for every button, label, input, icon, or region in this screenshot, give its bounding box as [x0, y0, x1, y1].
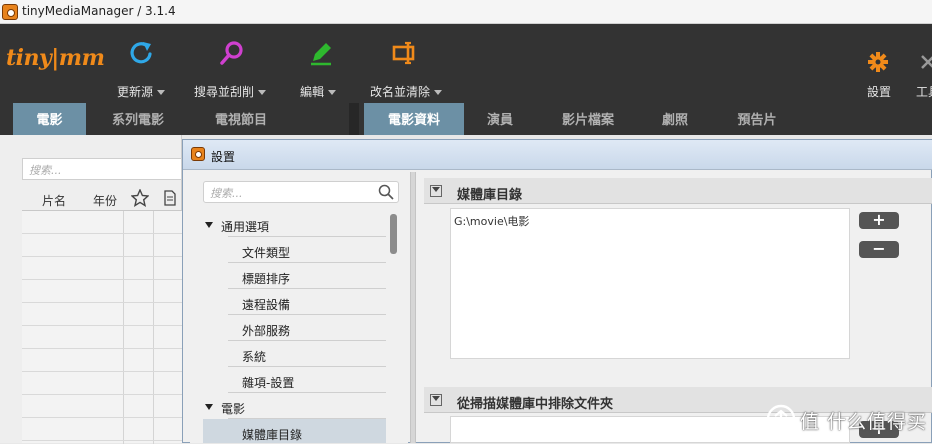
tree-separator [228, 340, 386, 341]
tree-scrollbar[interactable] [390, 214, 397, 443]
watermark: 值 什么值得买 [762, 403, 932, 437]
tree-separator [228, 366, 386, 367]
tree-item-remote-devices[interactable]: 遠程設備 [242, 296, 290, 313]
tree-separator [228, 288, 386, 289]
tree-item-general[interactable]: 通用選項 [221, 218, 269, 235]
col-title-header[interactable]: 片名 [42, 192, 66, 209]
app-logo: tiny|mm [6, 45, 105, 71]
tree-item-misc[interactable]: 雜項-設置 [242, 374, 294, 391]
watermark-logo-icon [766, 404, 796, 434]
main-tab-bar: 電影 系列電影 電視節目 [0, 103, 349, 135]
nfo-file-icon[interactable] [164, 190, 176, 206]
table-row[interactable] [22, 234, 182, 257]
update-sources-button[interactable]: 更新源 [110, 24, 174, 103]
movie-table[interactable] [22, 210, 182, 444]
settings-label: 設置 [867, 85, 892, 99]
tab-tv-shows[interactable]: 電視節目 [196, 103, 286, 135]
update-sources-label: 更新源 [117, 85, 154, 99]
section-title-exclude-folders: 從掃描媒體庫中排除文件夾 [457, 397, 614, 412]
tree-separator [228, 314, 386, 315]
tree-item-title-sort[interactable]: 標題排序 [242, 270, 290, 287]
chevron-down-icon [434, 90, 443, 95]
table-row[interactable] [22, 395, 182, 418]
tree-item-file-types[interactable]: 文件類型 [242, 244, 290, 261]
search-scrape-button[interactable]: 搜尋並刮削 [188, 24, 276, 103]
tree-item-system[interactable]: 系統 [242, 348, 266, 365]
star-icon[interactable] [131, 189, 149, 207]
section-title-library-dirs: 媒體庫目錄 [457, 188, 523, 203]
tab-movie-sets[interactable]: 系列電影 [96, 103, 180, 135]
gear-icon [868, 52, 888, 72]
collapse-toggle-icon[interactable] [430, 394, 442, 406]
tree-item-movies[interactable]: 電影 [221, 400, 245, 417]
tools-icon [921, 55, 932, 69]
chevron-down-icon [258, 90, 267, 95]
remove-dir-button[interactable]: − [859, 241, 899, 258]
split-pane-divider[interactable] [410, 172, 416, 443]
tree-separator [228, 262, 386, 263]
table-row[interactable] [22, 372, 182, 395]
window-titlebar: tinyMediaManager / 3.1.4 [0, 0, 932, 24]
watermark-text: 值 什么值得买 [800, 411, 928, 433]
tree-separator [228, 392, 386, 393]
tree-separator [228, 236, 386, 237]
tab-movie-details[interactable]: 電影資料 [364, 103, 464, 135]
table-row[interactable] [22, 280, 182, 303]
expand-caret-icon[interactable] [205, 404, 213, 410]
tree-item-media-library-dirs[interactable]: 媒體庫目錄 [242, 426, 302, 443]
list-item[interactable]: G:\movie\电影 [454, 213, 846, 229]
pencil-icon [311, 43, 331, 66]
dialog-title: 設置 [211, 150, 236, 164]
movie-search-input[interactable]: 搜索... [22, 158, 182, 180]
dialog-titlebar: 設置 [183, 140, 932, 170]
table-row[interactable] [22, 257, 182, 280]
tab-cast[interactable]: 演員 [474, 103, 526, 135]
tools-label: 工具 [916, 85, 932, 99]
tab-divider [349, 103, 359, 135]
edit-button[interactable]: 編輯 [294, 24, 350, 103]
table-row[interactable] [22, 418, 182, 441]
chevron-down-icon [328, 90, 337, 95]
app-icon [2, 4, 18, 20]
settings-button[interactable]: 設置 [862, 24, 898, 103]
table-row[interactable] [22, 326, 182, 349]
search-icon[interactable] [378, 184, 394, 200]
magnifier-icon [220, 41, 243, 65]
expand-caret-icon[interactable] [205, 222, 213, 228]
tab-artwork[interactable]: 劇照 [649, 103, 701, 135]
tree-item-external-services[interactable]: 外部服務 [242, 322, 290, 339]
rename-clean-button[interactable]: 改名並清除 [364, 24, 452, 103]
tab-media-files[interactable]: 影片檔案 [544, 103, 632, 135]
tab-movies[interactable]: 電影 [13, 103, 86, 135]
add-dir-button[interactable]: + [859, 212, 899, 229]
col-year-header[interactable]: 年份 [93, 192, 117, 209]
movie-table-header: 片名 年份 [22, 188, 182, 210]
detail-tab-bar: 電影資料 演員 影片檔案 劇照 預告片 [359, 103, 932, 135]
main-toolbar: tiny|mm 更新源 搜尋並刮削 編輯 改名並清除 設置 工 [0, 24, 932, 103]
table-row[interactable] [22, 303, 182, 326]
settings-search-input[interactable]: 搜索... [203, 181, 399, 203]
search-scrape-label: 搜尋並刮削 [194, 85, 255, 99]
app-icon [191, 147, 205, 161]
tab-trailers[interactable]: 預告片 [724, 103, 790, 135]
table-row[interactable] [22, 349, 182, 372]
scrollbar-thumb[interactable] [390, 214, 397, 254]
window-title: tinyMediaManager / 3.1.4 [22, 4, 176, 18]
refresh-icon [130, 42, 152, 64]
collapse-toggle-icon[interactable] [430, 185, 442, 197]
rename-icon [392, 41, 415, 65]
section-header-library-dirs[interactable]: 媒體庫目錄 [424, 178, 932, 204]
rename-clean-label: 改名並清除 [370, 85, 431, 99]
table-row[interactable] [22, 211, 182, 234]
tools-button[interactable]: 工具 [914, 24, 932, 103]
chevron-down-icon [157, 90, 166, 95]
library-dirs-list[interactable]: G:\movie\电影 [450, 208, 850, 359]
edit-label: 編輯 [300, 85, 325, 99]
